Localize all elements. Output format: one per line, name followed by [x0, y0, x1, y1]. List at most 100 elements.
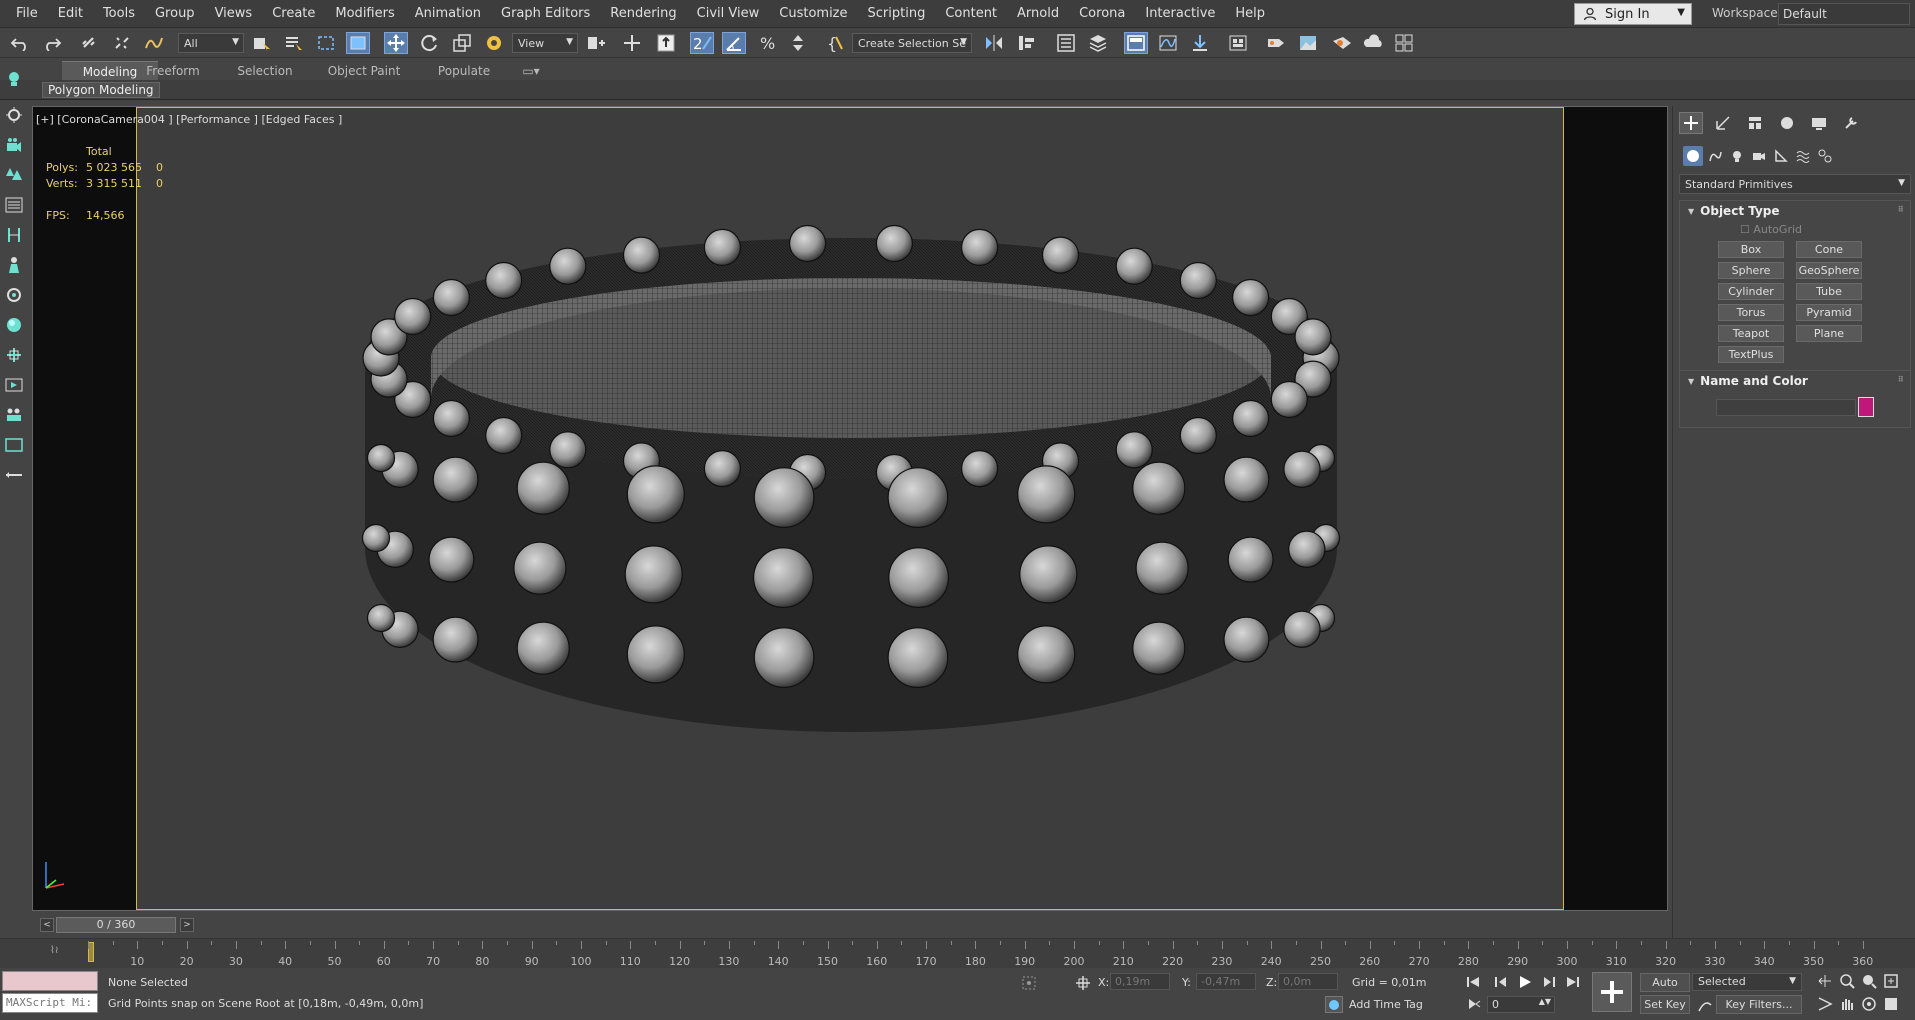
field-of-view-icon[interactable]: [1816, 995, 1834, 1013]
window-crossing-icon[interactable]: [346, 32, 370, 54]
unlink-icon[interactable]: [110, 32, 134, 54]
helper-icon[interactable]: [3, 224, 25, 246]
list-view-icon[interactable]: [3, 194, 25, 216]
link-icon[interactable]: [78, 32, 102, 54]
next-frame-icon[interactable]: [1540, 974, 1558, 990]
z-coordinate-input[interactable]: 0,0m: [1278, 973, 1338, 990]
tab-freeform[interactable]: Freeform: [128, 61, 218, 80]
previous-frame-icon[interactable]: [1492, 974, 1510, 990]
place-icon[interactable]: [482, 32, 506, 54]
next-frame-button[interactable]: >: [180, 918, 194, 932]
helpers-category-icon[interactable]: [1771, 146, 1791, 166]
menu-interactive[interactable]: Interactive: [1135, 6, 1225, 21]
maxscript-listener-output[interactable]: [2, 971, 98, 991]
set-key-button[interactable]: Set Key: [1640, 995, 1690, 1014]
hierarchy-panel-icon[interactable]: [1743, 112, 1767, 134]
crowd-icon[interactable]: [3, 404, 25, 426]
workspace-dropdown[interactable]: Default: [1778, 3, 1910, 25]
orbit-view-icon[interactable]: [1860, 995, 1878, 1013]
menu-group[interactable]: Group: [145, 6, 205, 21]
zoom-all-icon[interactable]: [1860, 972, 1878, 990]
motion-panel-icon[interactable]: [1775, 112, 1799, 134]
populate-trees-icon[interactable]: [3, 164, 25, 186]
layer-explorer-icon[interactable]: [1086, 32, 1110, 54]
menu-scripting[interactable]: Scripting: [858, 6, 936, 21]
selection-filter-dropdown[interactable]: All ▼: [178, 33, 244, 53]
object-name-input[interactable]: [1716, 399, 1856, 416]
spinner-snap-icon[interactable]: [786, 32, 810, 54]
time-slider-thumb[interactable]: 0 / 360: [56, 917, 176, 933]
menu-civil-view[interactable]: Civil View: [687, 6, 770, 21]
create-panel-icon[interactable]: [1679, 112, 1703, 134]
scale-icon[interactable]: [450, 32, 474, 54]
textplus-button[interactable]: TextPlus: [1718, 346, 1784, 363]
go-to-end-icon[interactable]: [1564, 974, 1582, 990]
angle-snap-icon[interactable]: [722, 32, 746, 54]
space-warps-category-icon[interactable]: [1793, 146, 1813, 166]
keyboard-shortcut-override-icon[interactable]: [654, 32, 678, 54]
menu-customize[interactable]: Customize: [769, 6, 857, 21]
percent-snap-icon[interactable]: %: [756, 32, 780, 54]
rotate-icon[interactable]: [418, 32, 442, 54]
edit-named-selection-icon[interactable]: {: [824, 32, 848, 54]
autogrid-checkbox[interactable]: ☐ AutoGrid: [1740, 223, 1802, 236]
scene-explorer-icon[interactable]: [1054, 32, 1078, 54]
material-editor-icon[interactable]: [1226, 32, 1250, 54]
rendered-frame-window-icon[interactable]: [1296, 32, 1320, 54]
expand-viewport-icon[interactable]: [3, 434, 25, 456]
menu-file[interactable]: File: [6, 6, 48, 21]
tab-object-paint[interactable]: Object Paint: [314, 61, 414, 80]
zoom-extents-icon[interactable]: [1838, 972, 1856, 990]
name-and-color-header[interactable]: ▼ Name and Color ⠿: [1680, 371, 1910, 391]
plane-button[interactable]: Plane: [1796, 325, 1862, 342]
sphere-button[interactable]: Sphere: [1718, 262, 1784, 279]
select-by-name-icon[interactable]: [282, 32, 306, 54]
menu-tools[interactable]: Tools: [93, 6, 145, 21]
menu-content[interactable]: Content: [935, 6, 1007, 21]
align-icon[interactable]: [1014, 32, 1038, 54]
tab-selection[interactable]: Selection: [220, 61, 310, 80]
light-bulb-icon[interactable]: [3, 104, 25, 126]
open-mini-curve-editor-icon[interactable]: ⌇≀: [50, 945, 59, 956]
create-light-icon[interactable]: [3, 68, 25, 90]
a360-gallery-icon[interactable]: [1392, 32, 1416, 54]
selection-lock-icon[interactable]: [1074, 974, 1092, 992]
bind-space-warp-icon[interactable]: [142, 32, 166, 54]
set-keys-icon[interactable]: [1592, 972, 1632, 1012]
menu-corona[interactable]: Corona: [1069, 6, 1135, 21]
tab-populate[interactable]: Populate: [424, 61, 504, 80]
menu-arnold[interactable]: Arnold: [1007, 6, 1069, 21]
menu-modifiers[interactable]: Modifiers: [325, 6, 404, 21]
align-view-icon[interactable]: [3, 344, 25, 366]
modify-panel-icon[interactable]: [1711, 112, 1735, 134]
shapes-category-icon[interactable]: [1705, 146, 1725, 166]
isolate-selection-icon[interactable]: [1020, 974, 1038, 992]
perspective-viewport[interactable]: [136, 107, 1564, 910]
current-frame-input[interactable]: 0 ▲▼: [1487, 996, 1555, 1013]
teapot-button[interactable]: Teapot: [1718, 325, 1784, 342]
render-in-cloud-icon[interactable]: [1362, 32, 1386, 54]
menu-edit[interactable]: Edit: [48, 6, 93, 21]
pan-view-icon[interactable]: [1838, 995, 1856, 1013]
pyramid-button[interactable]: Pyramid: [1796, 304, 1862, 321]
time-configuration-icon[interactable]: [1466, 996, 1484, 1012]
camera-icon[interactable]: [3, 134, 25, 156]
toggle-ribbon-icon[interactable]: [1124, 32, 1148, 54]
ribbon-options-icon[interactable]: ▭▾: [516, 61, 546, 80]
go-to-start-icon[interactable]: [1464, 974, 1482, 990]
viewport-layout-icon[interactable]: [3, 374, 25, 396]
move-icon[interactable]: [384, 32, 408, 54]
select-object-icon[interactable]: [250, 32, 274, 54]
cylinder-button[interactable]: Cylinder: [1718, 283, 1784, 300]
systems-category-icon[interactable]: [1815, 146, 1835, 166]
torus-button[interactable]: Torus: [1718, 304, 1784, 321]
render-production-icon[interactable]: [1330, 32, 1354, 54]
maxscript-mini-listener[interactable]: MAXScript Mi:: [2, 993, 98, 1013]
orbit-icon[interactable]: [3, 284, 25, 306]
play-icon[interactable]: [1516, 974, 1534, 990]
sign-in-button[interactable]: Sign In ▼: [1574, 3, 1692, 25]
object-color-swatch[interactable]: [1858, 397, 1874, 417]
snaps-toggle-icon[interactable]: 2: [690, 32, 714, 54]
select-manipulate-icon[interactable]: [620, 32, 644, 54]
primitives-dropdown[interactable]: Standard Primitives ▼: [1679, 174, 1911, 194]
